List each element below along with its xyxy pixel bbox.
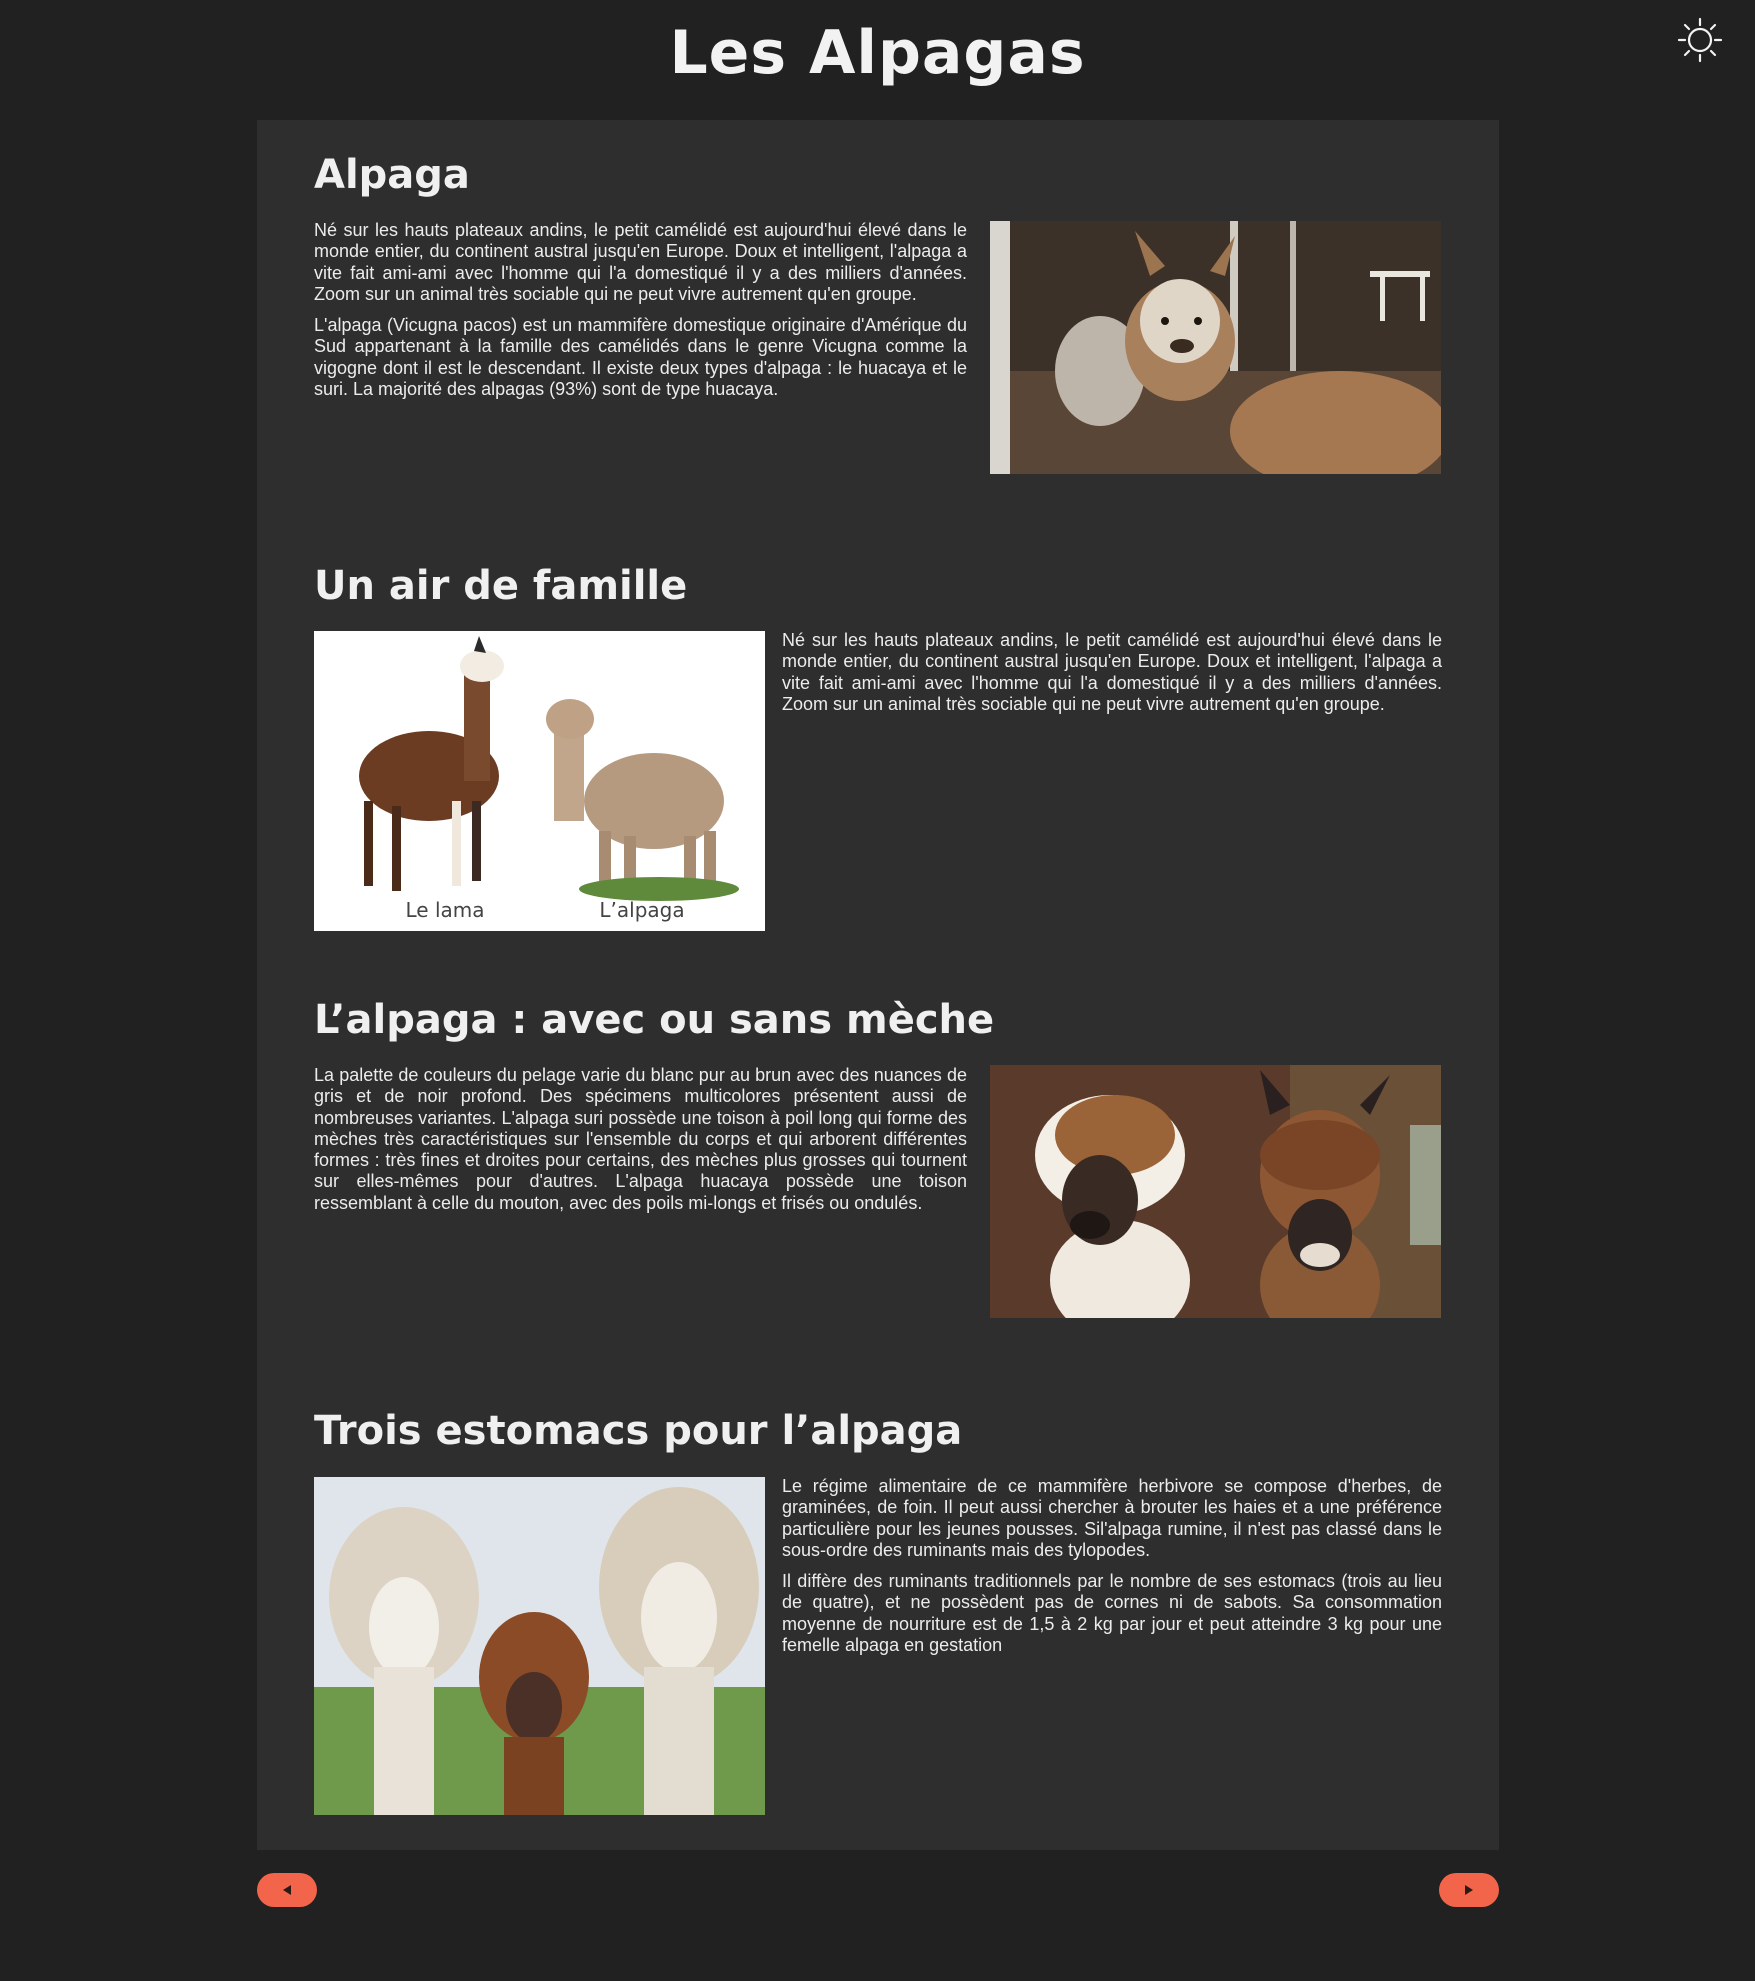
section-text-alpaga: Né sur les hauts plateaux andins, le pet… [314,220,967,410]
section-title-estomacs: Trois estomacs pour l’alpaga [314,1408,963,1454]
next-page-button[interactable] [1439,1873,1499,1907]
sun-icon [1677,17,1723,63]
paragraph: Le régime alimentaire de ce mammifère he… [782,1476,1442,1560]
alpaga-portrait-photo [990,221,1441,474]
section-text-meche: La palette de couleurs du pelage varie d… [314,1065,967,1224]
section-text-famille: Né sur les hauts plateaux andins, le pet… [782,630,1442,725]
theme-toggle-button[interactable] [1676,16,1724,64]
image-caption-lama: Le lama [405,898,484,922]
three-alpagas-photo [314,1477,765,1815]
paragraph: L'alpaga (Vicugna pacos) est un mammifèr… [314,315,967,400]
triangle-right-icon [1465,1885,1473,1895]
section-text-estomacs: Le régime alimentaire de ce mammifère he… [782,1476,1442,1666]
paragraph: Il diffère des ruminants traditionnels p… [782,1571,1442,1656]
page-title: Les Alpagas [669,18,1086,88]
section-title-meche: L’alpaga : avec ou sans mèche [314,997,995,1043]
section-title-famille: Un air de famille [314,563,688,609]
triangle-left-icon [283,1885,291,1895]
two-alpagas-photo [990,1065,1441,1318]
image-caption-alpaga: L’alpaga [599,898,684,922]
paragraph: La palette de couleurs du pelage varie d… [314,1065,967,1213]
content-panel: Alpaga Né sur les hauts plateaux andins,… [257,120,1499,1850]
section-title-alpaga: Alpaga [314,152,470,198]
lama-alpaga-comparison-image: Le lama L’alpaga [314,631,765,931]
paragraph: Né sur les hauts plateaux andins, le pet… [782,630,1442,714]
paragraph: Né sur les hauts plateaux andins, le pet… [314,220,967,304]
previous-page-button[interactable] [257,1873,317,1907]
